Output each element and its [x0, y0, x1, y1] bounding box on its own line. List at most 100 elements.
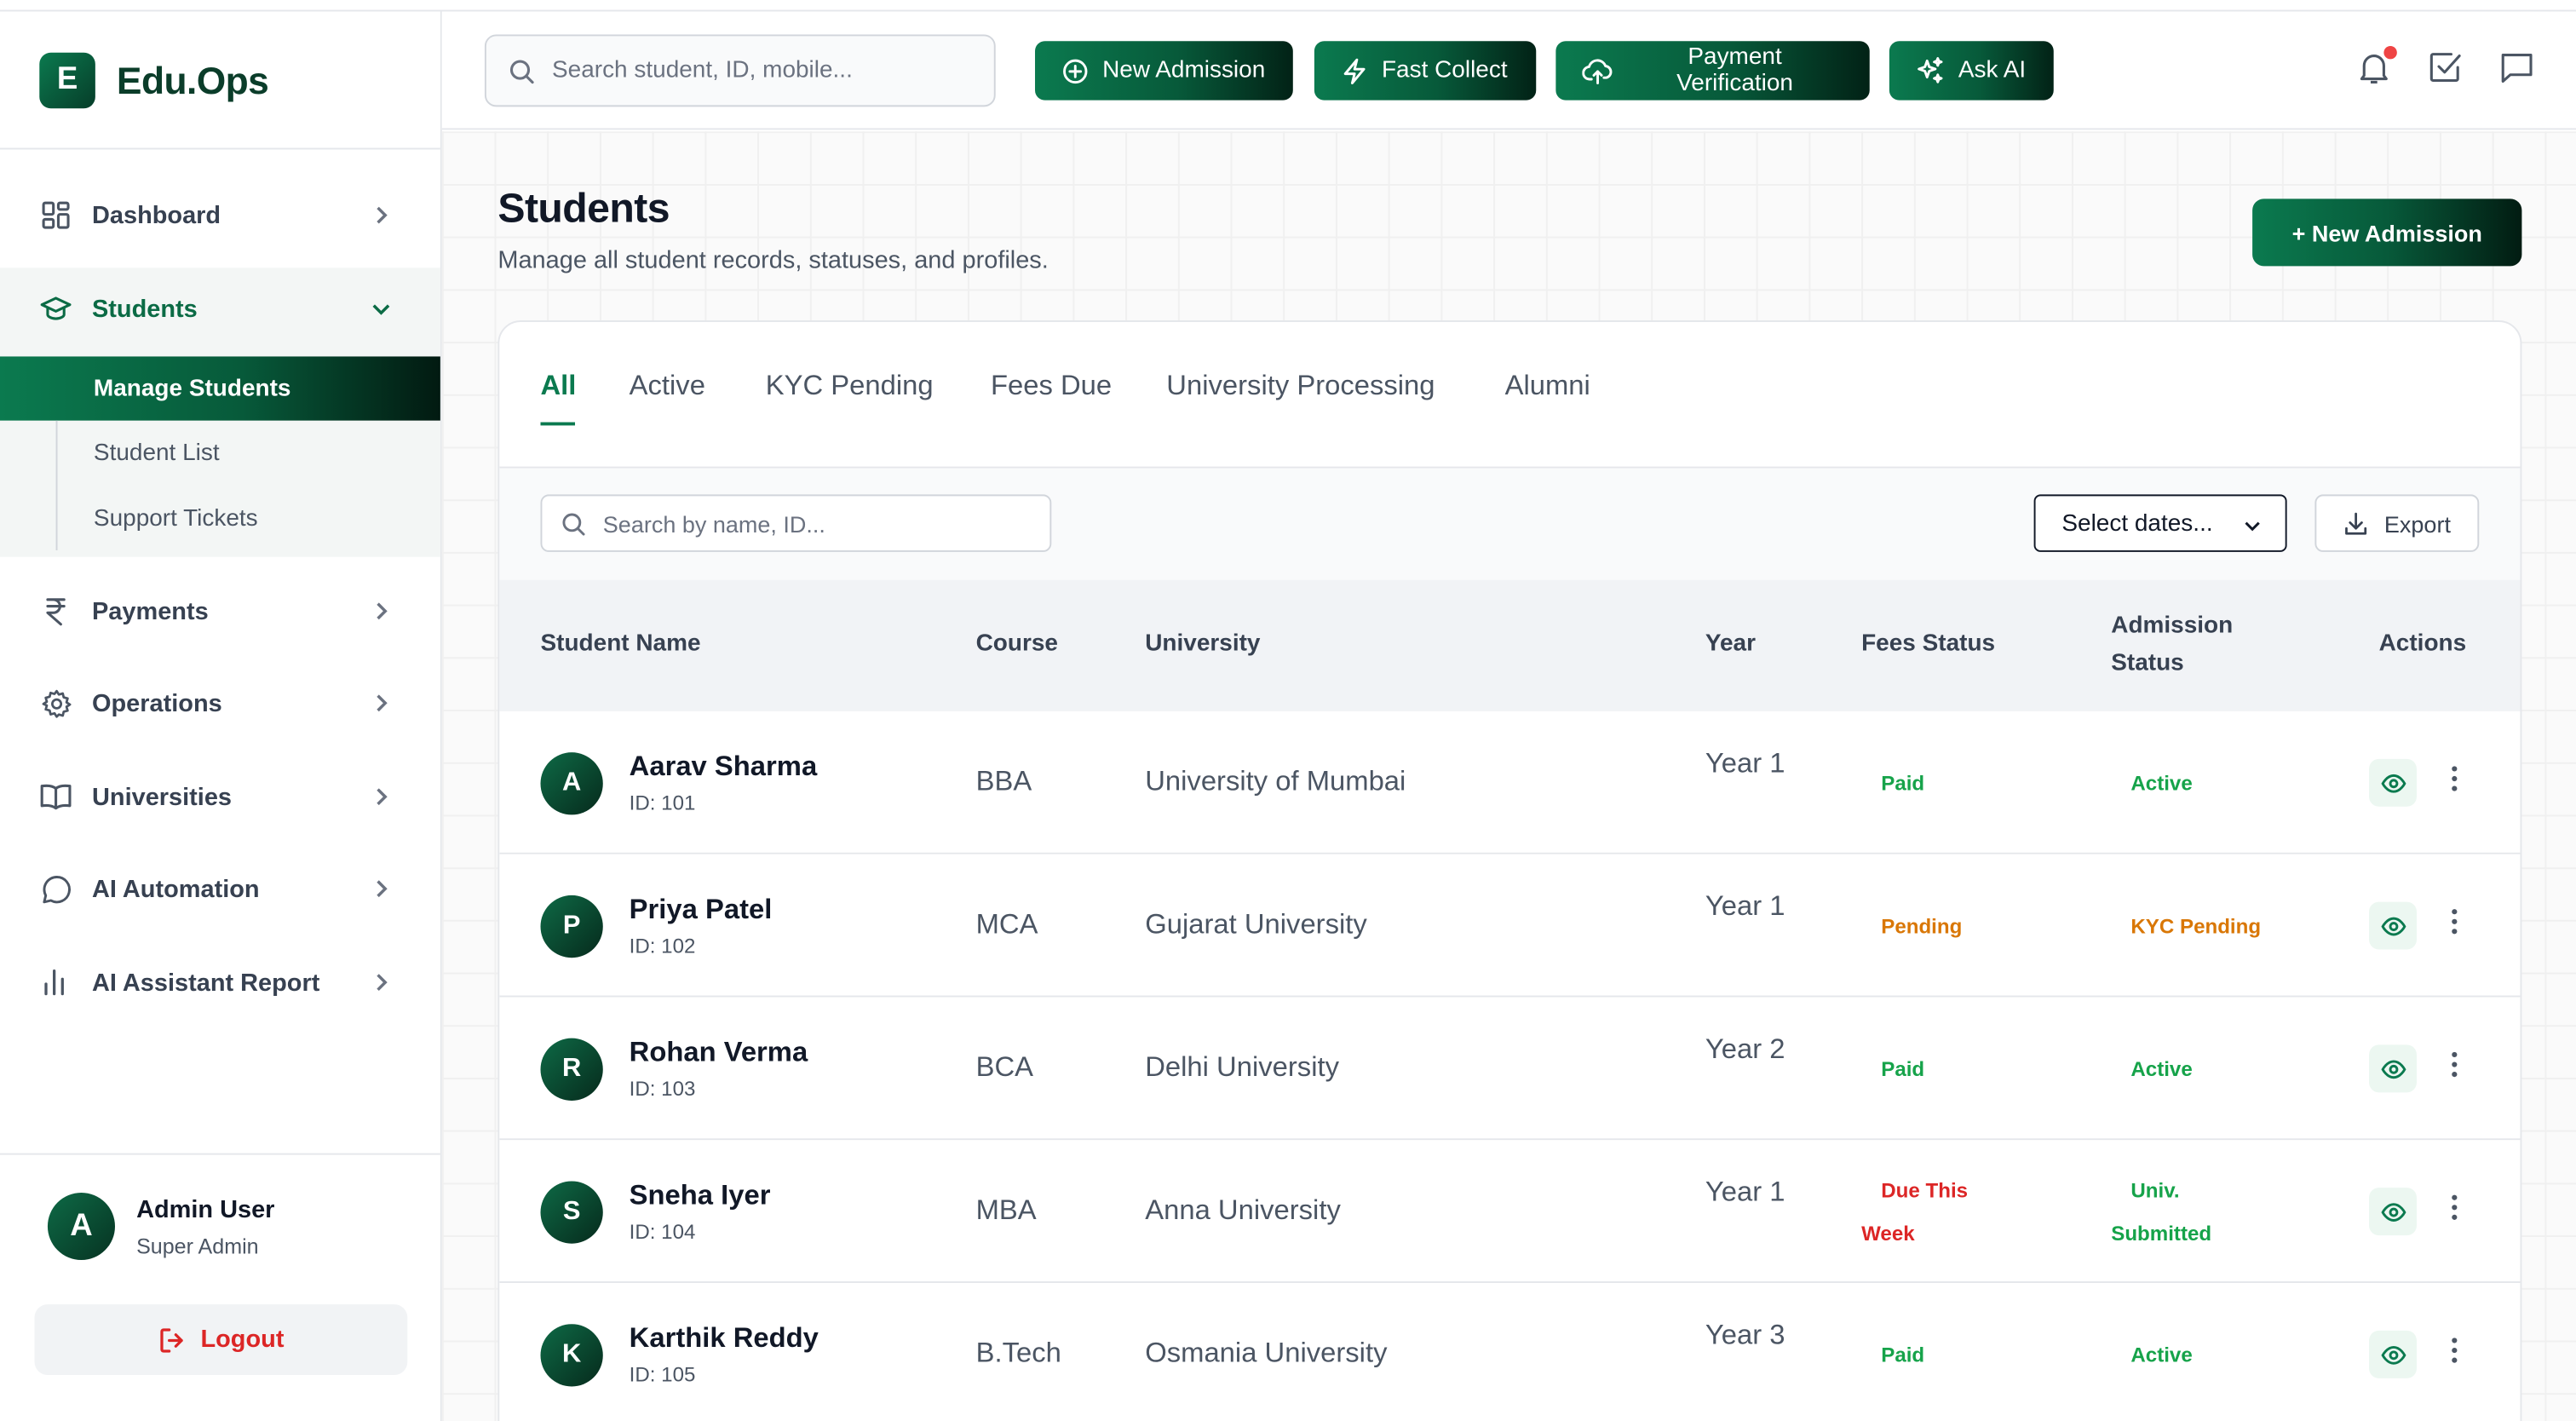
- university-cell: University of Mumbai: [1145, 765, 1406, 797]
- eye-icon: [2380, 1344, 2406, 1364]
- sidebar-item-payments[interactable]: Payments: [0, 578, 440, 644]
- table-row[interactable]: S Sneha Iyer ID: 104 MBA Anna University Year…: [499, 1140, 2521, 1284]
- page-title: Students: [497, 185, 670, 232]
- button-label: Ask AI: [1958, 57, 2027, 84]
- sidebar-subitem-student-list[interactable]: Student List: [0, 421, 440, 485]
- table-row[interactable]: A Aarav Sharma ID: 101 BBA University of Mum…: [499, 710, 2521, 854]
- more-actions-button[interactable]: [2440, 759, 2470, 798]
- more-actions-button[interactable]: [2440, 1331, 2470, 1370]
- app-root: E Edu.Ops Dashboard Students Manage Stud…: [0, 0, 2576, 1421]
- student-avatar: K: [540, 1324, 603, 1387]
- page-subtitle: Manage all student records, statuses, an…: [497, 246, 1049, 275]
- tab-kyc-pending[interactable]: KYC Pending: [766, 370, 934, 403]
- button-label: New Admission: [1102, 57, 1266, 84]
- sidebar-item-ai-assistant-report[interactable]: AI Assistant Report: [0, 950, 440, 1015]
- table-search-input[interactable]: [602, 509, 1014, 537]
- fees-status-badge: Paid: [1881, 1057, 1925, 1081]
- chevron-right-icon: [377, 206, 388, 224]
- global-search[interactable]: [484, 34, 996, 107]
- chevron-right-icon: [377, 788, 388, 806]
- student-name[interactable]: Rohan Verma: [630, 1037, 808, 1070]
- column-header-course[interactable]: Course: [976, 626, 1058, 664]
- date-range-select[interactable]: Select dates...: [2033, 494, 2287, 552]
- sidebar-item-universities[interactable]: Universities: [0, 764, 440, 830]
- student-name[interactable]: Karthik Reddy: [630, 1322, 819, 1355]
- new-admission-button[interactable]: + New Admission: [2252, 198, 2522, 267]
- tab-all[interactable]: All: [541, 370, 577, 403]
- top-bar: New Admission Fast Collect Payment Verif…: [441, 11, 2576, 130]
- tab-fees-due[interactable]: Fees Due: [991, 370, 1112, 403]
- fees-status-badge: Paid: [1881, 772, 1925, 796]
- course-cell: BCA: [975, 1051, 1034, 1083]
- bar-chart-icon: [39, 966, 72, 999]
- more-actions-button[interactable]: [2440, 1188, 2470, 1227]
- sidebar-item-label: AI Automation: [92, 874, 260, 903]
- column-header-university[interactable]: University: [1145, 626, 1260, 664]
- sidebar-subitem-support-tickets[interactable]: Support Tickets: [0, 486, 440, 550]
- table-row[interactable]: R Rohan Verma ID: 103 BCA Delhi University Ye…: [499, 997, 2521, 1141]
- sparkles-icon: [1918, 57, 1943, 83]
- global-search-input[interactable]: [552, 57, 946, 84]
- student-name[interactable]: Aarav Sharma: [630, 751, 818, 784]
- view-button[interactable]: [2369, 1044, 2417, 1093]
- sidebar-item-ai-automation[interactable]: AI Automation: [0, 856, 440, 922]
- plus-circle-icon: [1063, 58, 1088, 83]
- table-row[interactable]: K Karthik Reddy ID: 105 B.Tech Osmania Unive…: [499, 1283, 2521, 1421]
- view-button[interactable]: [2369, 1330, 2417, 1378]
- student-name[interactable]: Priya Patel: [630, 894, 773, 927]
- fees-status-badge: Due This Week: [1861, 1179, 1969, 1246]
- tab-university-processing[interactable]: University Processing: [1166, 370, 1435, 403]
- eye-icon: [2380, 916, 2406, 935]
- logout-label: Logout: [200, 1326, 285, 1354]
- students-card: All Active KYC Pending Fees Due Universi…: [497, 320, 2522, 1421]
- user-avatar[interactable]: A: [47, 1192, 116, 1261]
- tab-active[interactable]: Active: [630, 370, 705, 403]
- book-icon: [39, 780, 72, 814]
- column-header-fees-status[interactable]: Fees Status: [1861, 626, 1995, 664]
- admission-status-badge: Active: [2130, 772, 2193, 796]
- active-tab-indicator: [540, 422, 576, 426]
- column-header-year[interactable]: Year: [1705, 626, 1756, 664]
- logout-button[interactable]: Logout: [34, 1304, 408, 1375]
- table-row[interactable]: P Priya Patel ID: 102 MCA Gujarat University…: [499, 854, 2521, 998]
- student-avatar: A: [540, 752, 603, 815]
- year-cell: Year 1: [1705, 1176, 1785, 1208]
- checkbox-icon[interactable]: [2425, 48, 2464, 87]
- more-actions-button[interactable]: [2440, 1044, 2470, 1084]
- sidebar-item-operations[interactable]: Operations: [0, 670, 440, 736]
- brand[interactable]: E Edu.Ops: [39, 52, 269, 109]
- more-actions-button[interactable]: [2440, 902, 2470, 941]
- sidebar-item-students[interactable]: Students: [0, 276, 440, 342]
- course-cell: MBA: [975, 1194, 1037, 1226]
- chat-bubble-icon: [39, 872, 72, 906]
- fast-collect-button[interactable]: Fast Collect: [1314, 41, 1537, 101]
- fees-status-badge: Pending: [1881, 915, 1963, 939]
- table-search[interactable]: [540, 494, 1052, 552]
- payment-verification-button[interactable]: Payment Verification: [1555, 41, 1870, 101]
- gear-icon: [39, 687, 72, 720]
- sidebar-subitem-manage-students[interactable]: Manage Students: [0, 356, 440, 421]
- view-button[interactable]: [2369, 901, 2417, 950]
- column-header-student-name[interactable]: Student Name: [541, 626, 701, 664]
- view-button[interactable]: [2369, 758, 2417, 807]
- sidebar-item-dashboard[interactable]: Dashboard: [0, 182, 440, 248]
- university-cell: Gujarat University: [1145, 908, 1367, 940]
- sidebar-item-label: Universities: [92, 782, 233, 811]
- rupee-icon: [39, 595, 72, 628]
- admission-status-badge: Active: [2130, 1057, 2193, 1081]
- export-button[interactable]: Export: [2314, 494, 2480, 552]
- date-select-value: Select dates...: [2061, 509, 2213, 537]
- column-header-admission-status[interactable]: Admission Status: [2111, 607, 2259, 683]
- search-icon: [562, 512, 585, 535]
- student-name[interactable]: Sneha Iyer: [630, 1180, 771, 1213]
- tab-alumni[interactable]: Alumni: [1505, 370, 1590, 403]
- ask-ai-button[interactable]: Ask AI: [1889, 41, 2054, 101]
- university-cell: Anna University: [1145, 1194, 1341, 1226]
- message-square-icon[interactable]: [2497, 48, 2536, 87]
- chevron-right-icon: [377, 880, 388, 898]
- eye-icon: [2380, 773, 2406, 792]
- new-admission-top-button[interactable]: New Admission: [1035, 41, 1293, 101]
- graduation-cap-icon: [39, 292, 72, 325]
- view-button[interactable]: [2369, 1188, 2417, 1236]
- brand-name: Edu.Ops: [116, 58, 269, 101]
